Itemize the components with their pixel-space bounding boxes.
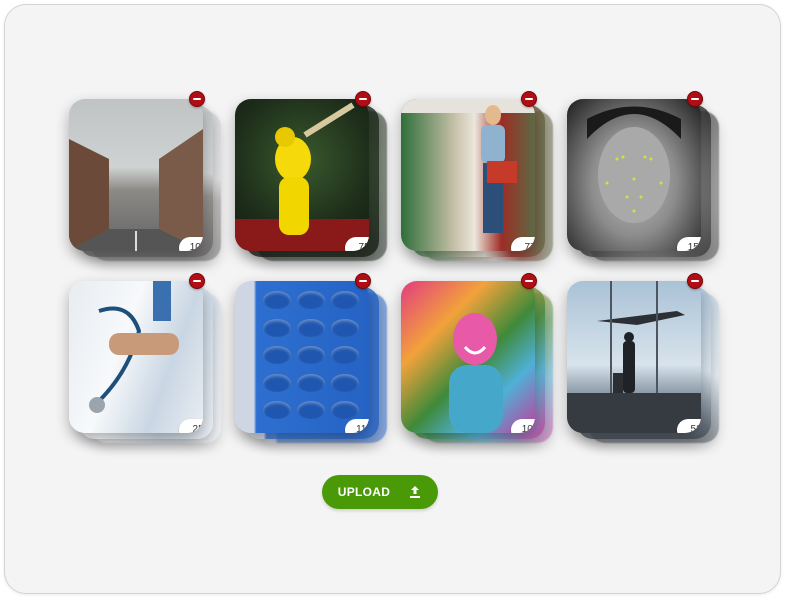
thumbnail-doctor[interactable]: 25+ [69,281,203,433]
remove-icon[interactable] [687,273,703,289]
upload-button[interactable]: UPLOAD [322,475,438,509]
gallery-panel: 100+ 75+ [4,4,781,594]
remove-icon[interactable] [687,91,703,107]
remove-icon[interactable] [521,273,537,289]
upload-icon [410,486,421,498]
thumbnail-cricket[interactable]: 75+ [235,99,369,251]
thumbnail-street[interactable]: 100+ [69,99,203,251]
image-card-grocery[interactable]: 77+ [397,91,567,273]
image-card-street[interactable]: 100+ [65,91,235,273]
thumbnail-airport[interactable]: 52+ [567,281,701,433]
count-badge: 115+ [345,419,369,433]
thumbnail-holi[interactable]: 102+ [401,281,535,433]
count-badge: 77+ [511,237,535,251]
thumbnail-face-scan[interactable]: 152+ [567,99,701,251]
thumbnail-pills[interactable]: 115+ [235,281,369,433]
count-badge: 75+ [345,237,369,251]
image-card-face-scan[interactable]: 152+ [563,91,733,273]
image-grid: 100+ 75+ [65,91,745,457]
thumbnail-grocery[interactable]: 77+ [401,99,535,251]
count-badge: 25+ [179,419,203,433]
upload-label: UPLOAD [337,485,391,499]
count-badge: 152+ [677,237,701,251]
remove-icon[interactable] [189,91,205,107]
remove-icon[interactable] [521,91,537,107]
image-card-airport[interactable]: 52+ [563,273,733,455]
image-card-pills[interactable]: 115+ [231,273,401,455]
remove-icon[interactable] [189,273,205,289]
count-badge: 102+ [511,419,535,433]
pill-blister [263,291,359,423]
image-card-holi[interactable]: 102+ [397,273,567,455]
image-card-doctor[interactable]: 25+ [65,273,235,455]
count-badge: 52+ [677,419,701,433]
count-badge: 100+ [179,237,203,251]
image-card-cricket[interactable]: 75+ [231,91,401,273]
remove-icon[interactable] [355,273,371,289]
remove-icon[interactable] [355,91,371,107]
